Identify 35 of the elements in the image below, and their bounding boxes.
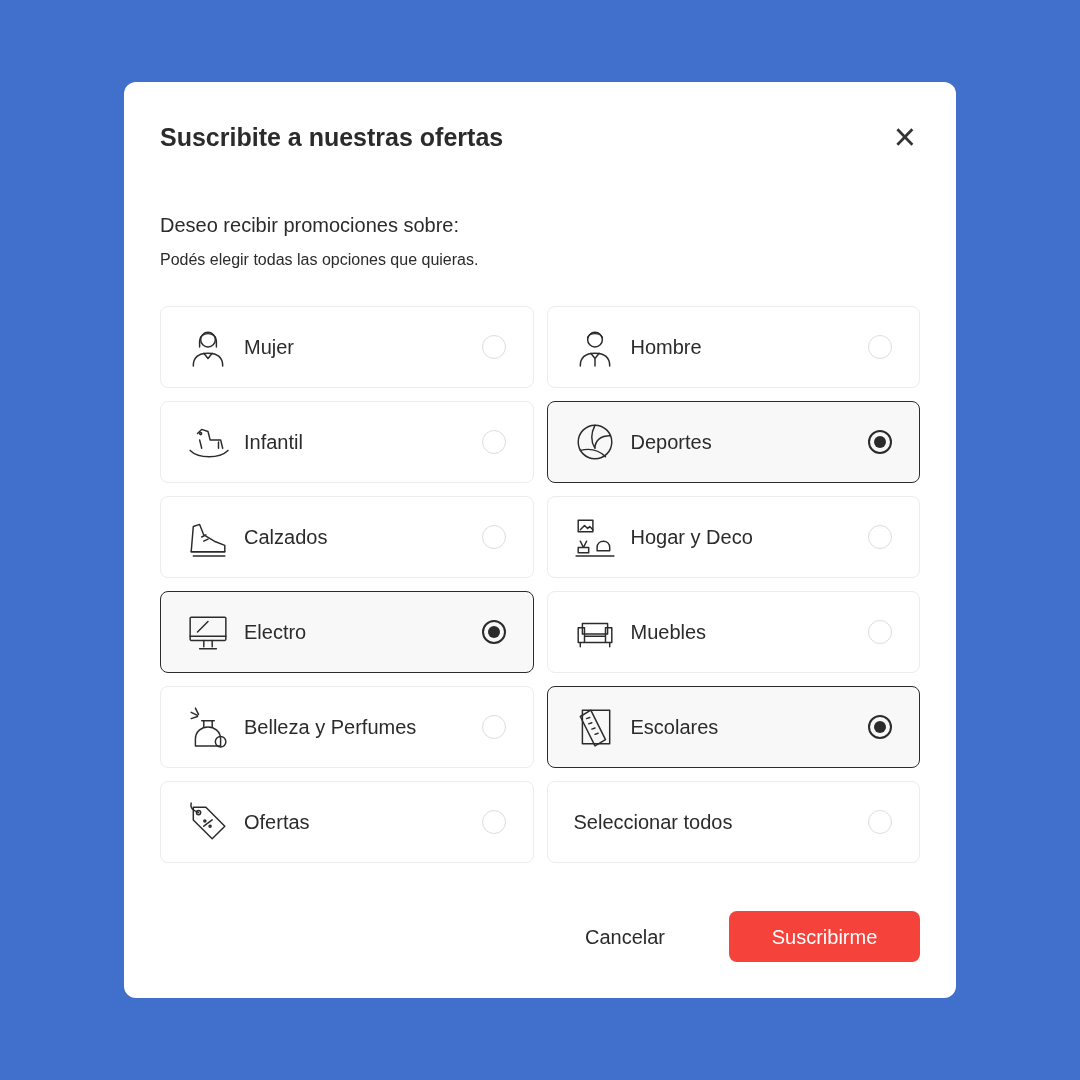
option-label: Hogar y Deco bbox=[630, 525, 754, 550]
option-card[interactable]: Muebles bbox=[546, 591, 920, 673]
cancel-button[interactable]: Cancelar bbox=[578, 920, 671, 953]
option-label: Muebles bbox=[630, 620, 708, 645]
option-label: Calzados bbox=[244, 525, 329, 550]
option-card[interactable]: Infantil bbox=[160, 401, 534, 483]
option-card[interactable]: Mujer bbox=[160, 306, 534, 388]
option-label: Mujer bbox=[244, 335, 295, 360]
option-label: Seleccionar todos bbox=[573, 810, 734, 835]
option-label: Ofertas bbox=[244, 810, 311, 835]
dialog-title: Suscribite a nuestras ofertas bbox=[160, 122, 504, 152]
option-label: Belleza y Perfumes bbox=[244, 715, 418, 740]
perfume-icon bbox=[187, 706, 229, 748]
close-button[interactable]: × bbox=[889, 118, 920, 156]
option-card[interactable]: Escolares bbox=[546, 686, 920, 768]
option-label: Electro bbox=[244, 620, 308, 645]
option-card[interactable]: Hogar y Deco bbox=[546, 496, 920, 578]
prompt-heading: Deseo recibir promociones sobre: bbox=[160, 213, 461, 238]
option-card[interactable]: Ofertas bbox=[160, 781, 534, 863]
prompt-hint: Podés elegir todas las opciones que quieras. bbox=[160, 250, 480, 270]
home-decor-icon bbox=[573, 516, 616, 558]
option-card[interactable]: Calzados bbox=[160, 496, 534, 578]
option-card[interactable]: Deportes bbox=[546, 401, 920, 483]
subscribe-button[interactable]: Suscribirme bbox=[729, 911, 920, 962]
option-label: Hombre bbox=[630, 335, 703, 360]
option-label: Deportes bbox=[630, 430, 713, 455]
radio-button[interactable] bbox=[868, 715, 892, 739]
option-card[interactable]: Electro bbox=[160, 591, 534, 673]
option-card[interactable]: Seleccionar todos bbox=[546, 781, 920, 863]
option-card[interactable]: Hombre bbox=[546, 306, 920, 388]
option-label: Escolares bbox=[630, 715, 720, 740]
radio-button[interactable] bbox=[481, 620, 506, 644]
option-label: Infantil bbox=[244, 430, 304, 455]
option-card[interactable]: Belleza y Perfumes bbox=[160, 686, 534, 768]
radio-button[interactable] bbox=[868, 430, 892, 454]
